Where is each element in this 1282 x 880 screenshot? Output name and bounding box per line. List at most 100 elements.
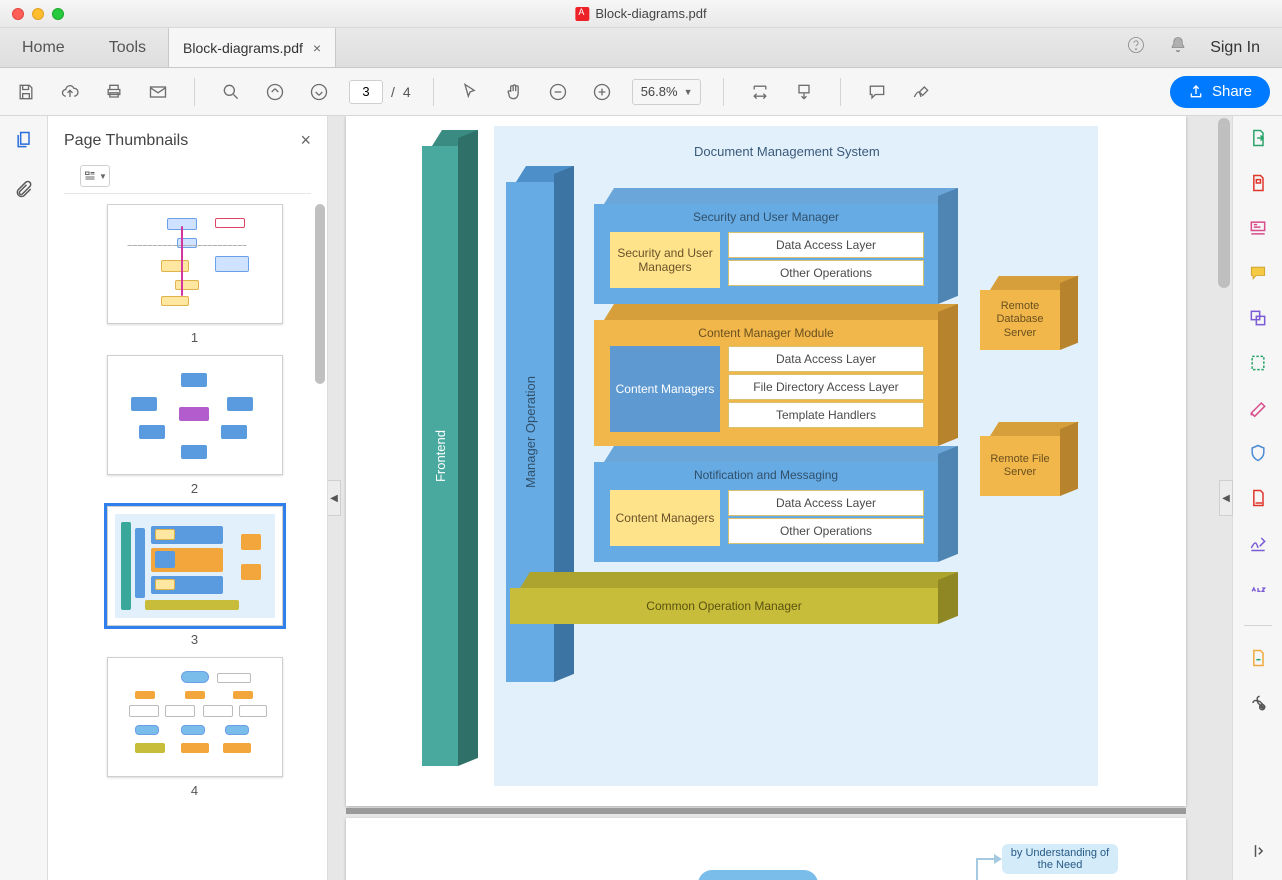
behavior-c1-node: by Understanding of the Need bbox=[1002, 844, 1118, 874]
send-comments-icon[interactable] bbox=[1248, 648, 1268, 673]
security-module-title: Security and User Manager bbox=[594, 210, 938, 224]
page-number-control: / 4 bbox=[349, 80, 411, 104]
export-pdf-icon[interactable] bbox=[1248, 128, 1268, 153]
comment-tool-icon[interactable] bbox=[1248, 263, 1268, 288]
cloud-upload-icon[interactable] bbox=[56, 78, 84, 106]
window-maximize-button[interactable] bbox=[52, 8, 64, 20]
tools-tab[interactable]: Tools bbox=[87, 28, 168, 67]
expand-rail-icon[interactable] bbox=[1248, 841, 1268, 866]
notify-row-1: Other Operations bbox=[728, 518, 924, 544]
more-tools-icon[interactable] bbox=[1248, 693, 1268, 718]
document-page-4: Individual Behavior Type is characterize… bbox=[346, 818, 1186, 880]
content-row-1: File Directory Access Layer bbox=[728, 374, 924, 400]
combine-files-icon[interactable] bbox=[1248, 308, 1268, 333]
diagram-module-notification: Notification and Messaging Content Manag… bbox=[594, 462, 938, 562]
collapse-right-panel-icon[interactable]: ◀ bbox=[1219, 480, 1233, 516]
home-tab[interactable]: Home bbox=[0, 28, 87, 67]
window-title: Block-diagrams.pdf bbox=[595, 6, 706, 21]
protect-icon[interactable] bbox=[1248, 443, 1268, 468]
diagram-title: Document Management System bbox=[694, 144, 880, 159]
collapse-left-panel-icon[interactable]: ◀ bbox=[328, 480, 341, 516]
page-number-input[interactable] bbox=[349, 80, 383, 104]
security-chip: Security and User Managers bbox=[610, 232, 720, 288]
sign-in-link[interactable]: Sign In bbox=[1210, 39, 1260, 57]
edit-pdf-icon[interactable] bbox=[1248, 218, 1268, 243]
close-thumbnails-icon[interactable]: × bbox=[300, 130, 311, 151]
zoom-level-dropdown[interactable]: 56.8% ▼ bbox=[632, 79, 702, 105]
prev-page-icon[interactable] bbox=[261, 78, 289, 106]
page-total: 4 bbox=[403, 84, 411, 100]
diagram-block-remote-fs: Remote File Server bbox=[980, 436, 1060, 496]
page-separator: / bbox=[391, 84, 395, 100]
hand-tool-icon[interactable] bbox=[500, 78, 528, 106]
comment-icon[interactable] bbox=[863, 78, 891, 106]
notify-module-title: Notification and Messaging bbox=[594, 468, 938, 482]
document-viewport[interactable]: ◀ Document Management System Frontend Ma… bbox=[328, 116, 1232, 880]
thumbnail-page-3[interactable]: 3 bbox=[78, 506, 311, 647]
help-icon[interactable] bbox=[1126, 35, 1146, 60]
window-minimize-button[interactable] bbox=[32, 8, 44, 20]
email-icon[interactable] bbox=[144, 78, 172, 106]
right-tools-rail: ◀ bbox=[1232, 116, 1282, 880]
window-titlebar: Block-diagrams.pdf bbox=[0, 0, 1282, 28]
frontend-label: Frontend bbox=[433, 430, 448, 482]
security-row-1: Other Operations bbox=[728, 260, 924, 286]
share-button[interactable]: Share bbox=[1170, 76, 1270, 108]
document-page-3: Document Management System Frontend Mana… bbox=[346, 116, 1186, 806]
selection-tool-icon[interactable] bbox=[456, 78, 484, 106]
thumbnail-number: 2 bbox=[78, 481, 311, 496]
diagram-block-remote-db: Remote Database Server bbox=[980, 290, 1060, 350]
notify-row-0: Data Access Layer bbox=[728, 490, 924, 516]
security-row-0: Data Access Layer bbox=[728, 232, 924, 258]
next-page-icon[interactable] bbox=[305, 78, 333, 106]
fit-width-icon[interactable] bbox=[746, 78, 774, 106]
thumbnails-panel: Page Thumbnails × ▼ bbox=[48, 116, 328, 880]
thumbnail-page-4[interactable]: 4 bbox=[78, 657, 311, 798]
thumbnail-number: 3 bbox=[78, 632, 311, 647]
thumbnail-options-dropdown[interactable]: ▼ bbox=[80, 165, 110, 187]
zoom-in-icon[interactable] bbox=[588, 78, 616, 106]
page-display-icon[interactable] bbox=[790, 78, 818, 106]
attachments-rail-icon[interactable] bbox=[14, 179, 34, 204]
diagram-module-security: Security and User Manager Security and U… bbox=[594, 204, 938, 304]
thumbnail-list: 1 2 bbox=[48, 204, 327, 880]
search-icon[interactable] bbox=[217, 78, 245, 106]
remote-fs-label: Remote File Server bbox=[980, 453, 1060, 479]
manager-operation-label: Manager Operation bbox=[523, 376, 538, 488]
fill-sign-icon[interactable] bbox=[1248, 533, 1268, 558]
document-tab-label: Block-diagrams.pdf bbox=[183, 40, 303, 56]
sign-icon[interactable] bbox=[907, 78, 935, 106]
redact-icon[interactable] bbox=[1248, 398, 1268, 423]
thumbnail-number: 1 bbox=[78, 330, 311, 345]
behavior-root-node: Individual Behavior Type bbox=[698, 870, 818, 880]
bell-icon[interactable] bbox=[1168, 35, 1188, 60]
organize-pages-icon[interactable] bbox=[1248, 353, 1268, 378]
print-icon[interactable] bbox=[100, 78, 128, 106]
content-chip: Content Managers bbox=[610, 346, 720, 432]
content-row-2: Template Handlers bbox=[728, 402, 924, 428]
thumbnail-page-2[interactable]: 2 bbox=[78, 355, 311, 496]
content-row-0: Data Access Layer bbox=[728, 346, 924, 372]
main-toolbar: / 4 56.8% ▼ Share bbox=[0, 68, 1282, 116]
thumbnails-scrollbar[interactable] bbox=[315, 204, 325, 880]
content-module-title: Content Manager Module bbox=[594, 326, 938, 340]
create-pdf-icon[interactable] bbox=[1248, 173, 1268, 198]
document-tab[interactable]: Block-diagrams.pdf × bbox=[168, 28, 336, 67]
thumbnails-rail-icon[interactable] bbox=[14, 130, 34, 155]
thumbnails-panel-title: Page Thumbnails bbox=[64, 132, 188, 150]
convert-icon[interactable] bbox=[1248, 578, 1268, 603]
zoom-out-icon[interactable] bbox=[544, 78, 572, 106]
zoom-level-value: 56.8% bbox=[641, 84, 678, 99]
thumbnail-number: 4 bbox=[78, 783, 311, 798]
share-label: Share bbox=[1212, 83, 1252, 100]
notify-chip: Content Managers bbox=[610, 490, 720, 546]
diagram-module-content: Content Manager Module Content Managers … bbox=[594, 320, 938, 446]
close-tab-icon[interactable]: × bbox=[313, 40, 321, 56]
diagram-block-common-op: Common Operation Manager bbox=[510, 588, 938, 624]
save-icon[interactable] bbox=[12, 78, 40, 106]
thumbnail-page-1[interactable]: 1 bbox=[78, 204, 311, 345]
window-close-button[interactable] bbox=[12, 8, 24, 20]
app-tabs: Home Tools Block-diagrams.pdf × Sign In bbox=[0, 28, 1282, 68]
compress-icon[interactable] bbox=[1248, 488, 1268, 513]
pdf-file-icon bbox=[575, 7, 589, 21]
